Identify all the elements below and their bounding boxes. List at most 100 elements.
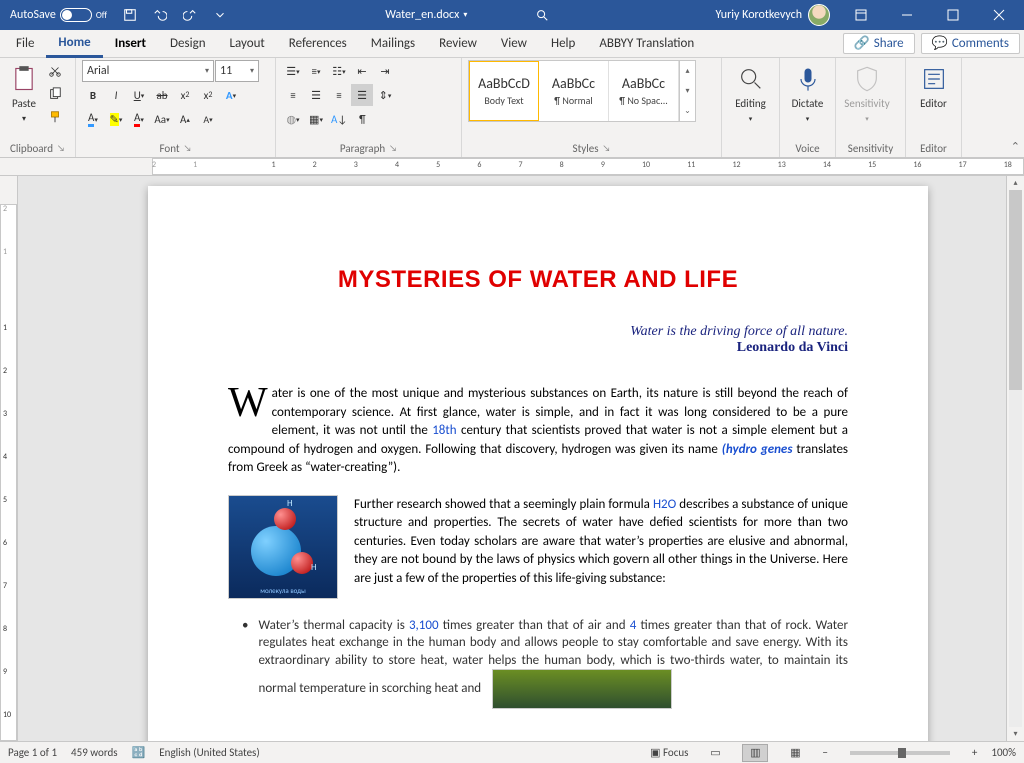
paste-button[interactable]: Paste ▾ [6,60,42,129]
styles-down-icon[interactable]: ▾ [680,81,695,101]
styles-more-icon[interactable]: ⌄ [680,101,695,121]
vertical-scrollbar[interactable]: ▴ ▾ [1006,176,1024,741]
document-canvas[interactable]: MYSTERIES OF WATER AND LIFE Water is the… [18,176,1006,741]
styles-launcher-icon[interactable]: ↘ [603,143,611,154]
share-button[interactable]: 🔗Share [843,33,915,54]
zoom-out-button[interactable]: − [822,746,827,759]
search-icon[interactable] [527,0,557,30]
hyperlink[interactable]: (hydro genes [722,442,793,457]
dictate-button[interactable]: Dictate▾ [786,60,829,128]
tab-review[interactable]: Review [427,30,489,58]
format-painter-icon[interactable] [44,106,66,128]
minimize-icon[interactable] [884,0,930,30]
paragraph-launcher-icon[interactable]: ↘ [389,143,397,154]
doc-para-2[interactable]: H H молекула воды Further research showe… [228,495,848,599]
spellcheck-icon[interactable]: 🔡 [132,746,146,759]
tab-insert[interactable]: Insert [103,30,158,58]
doc-dropdown-icon[interactable]: ▾ [463,10,467,20]
scroll-up-icon[interactable]: ▴ [1007,176,1024,190]
copy-icon[interactable] [44,83,66,105]
strikethrough-button[interactable]: ab [151,84,173,106]
show-marks-button[interactable]: ¶ [351,108,373,130]
styles-gallery[interactable]: AaBbCcDBody Text AaBbCc¶ Normal AaBbCc¶ … [468,60,696,122]
underline-button[interactable]: U▾ [128,84,150,106]
highlight-button[interactable]: ✎▾ [105,108,127,130]
cut-icon[interactable] [44,60,66,82]
tab-file[interactable]: File [4,30,46,58]
doc-bullet-1[interactable]: • Water’s thermal capacity is 3,100 time… [228,617,848,710]
clipboard-launcher-icon[interactable]: ↘ [57,143,65,154]
bullets-button[interactable]: ☰▾ [282,60,304,82]
focus-mode-button[interactable]: ▣ Focus [650,746,688,759]
forest-image[interactable] [492,669,672,709]
editing-button[interactable]: Editing▾ [728,60,773,128]
tab-mailings[interactable]: Mailings [359,30,427,58]
italic-button[interactable]: I [105,84,127,106]
doc-author[interactable]: Leonardo da Vinci [228,340,848,356]
close-icon[interactable] [976,0,1022,30]
tab-help[interactable]: Help [539,30,587,58]
status-language[interactable]: English (United States) [159,746,259,759]
maximize-icon[interactable] [930,0,976,30]
tab-view[interactable]: View [489,30,539,58]
zoom-in-button[interactable]: + [972,746,977,759]
tab-references[interactable]: References [277,30,359,58]
bold-button[interactable]: B [82,84,104,106]
style-no-spacing[interactable]: AaBbCc¶ No Spac... [609,61,679,121]
shrink-font-button[interactable]: A▾ [197,108,219,130]
save-icon[interactable] [115,0,145,30]
change-case-button[interactable]: Aa▾ [151,108,173,130]
font-launcher-icon[interactable]: ↘ [184,143,192,154]
document-title[interactable]: Water_en.docx ▾ [385,8,467,22]
editor-button[interactable]: Editor [912,60,955,115]
scroll-thumb[interactable] [1009,190,1022,390]
web-layout-icon[interactable]: ▦ [782,744,808,762]
molecule-image[interactable]: H H молекула воды [228,495,338,599]
style-normal[interactable]: AaBbCc¶ Normal [539,61,609,121]
decrease-indent-button[interactable]: ⇤ [351,60,373,82]
styles-up-icon[interactable]: ▴ [680,61,695,81]
read-mode-icon[interactable]: ▭ [702,744,728,762]
text-effects-button[interactable]: A▾ [220,84,242,106]
qaт-dropdown-icon[interactable] [205,0,235,30]
collapse-ribbon-icon[interactable]: ⌃ [1011,140,1020,153]
print-layout-icon[interactable]: ▥ [742,744,768,762]
doc-quote[interactable]: Water is the driving force of all nature… [228,324,848,340]
style-body-text[interactable]: AaBbCcDBody Text [469,61,539,121]
font-name-combo[interactable]: Arial▾ [82,60,214,82]
font-color-button[interactable]: A▾ [82,108,104,130]
subscript-button[interactable]: x2 [174,84,196,106]
doc-para-1[interactable]: Water is one of the most unique and myst… [228,384,848,477]
status-words[interactable]: 459 words [71,746,118,759]
multilevel-button[interactable]: ☷▾ [328,60,350,82]
user-account[interactable]: Yuriy Korotkevych [708,4,839,26]
zoom-slider[interactable] [850,751,950,755]
comments-button[interactable]: 💬Comments [921,33,1020,54]
tab-layout[interactable]: Layout [218,30,277,58]
ruler-vertical[interactable]: 2112345678910 [0,176,18,741]
increase-indent-button[interactable]: ⇥ [374,60,396,82]
align-right-button[interactable]: ≡ [328,84,350,106]
grow-font-button[interactable]: A▴ [174,108,196,130]
hyperlink[interactable]: 3,100 [409,618,439,633]
superscript-button[interactable]: x2 [197,84,219,106]
ruler-horizontal[interactable]: 21123456789101112131415161718 [0,158,1024,176]
status-page[interactable]: Page 1 of 1 [8,746,57,759]
ribbon-display-icon[interactable] [838,0,884,30]
doc-title[interactable]: MYSTERIES OF WATER AND LIFE [228,266,848,294]
align-left-button[interactable]: ≡ [282,84,304,106]
shading-button[interactable]: ◍▾ [282,108,304,130]
align-justify-button[interactable]: ☰ [351,84,373,106]
autosave-toggle[interactable]: AutoSave Off [2,8,115,22]
hyperlink[interactable]: 18th [432,423,456,438]
scroll-down-icon[interactable]: ▾ [1007,727,1024,741]
hyperlink[interactable]: H2O [653,497,676,512]
tab-design[interactable]: Design [158,30,217,58]
numbering-button[interactable]: ≡▾ [305,60,327,82]
align-center-button[interactable]: ☰ [305,84,327,106]
undo-icon[interactable] [145,0,175,30]
redo-icon[interactable] [175,0,205,30]
zoom-level[interactable]: 100% [991,746,1016,759]
tab-home[interactable]: Home [46,30,102,58]
document-page[interactable]: MYSTERIES OF WATER AND LIFE Water is the… [148,186,928,741]
